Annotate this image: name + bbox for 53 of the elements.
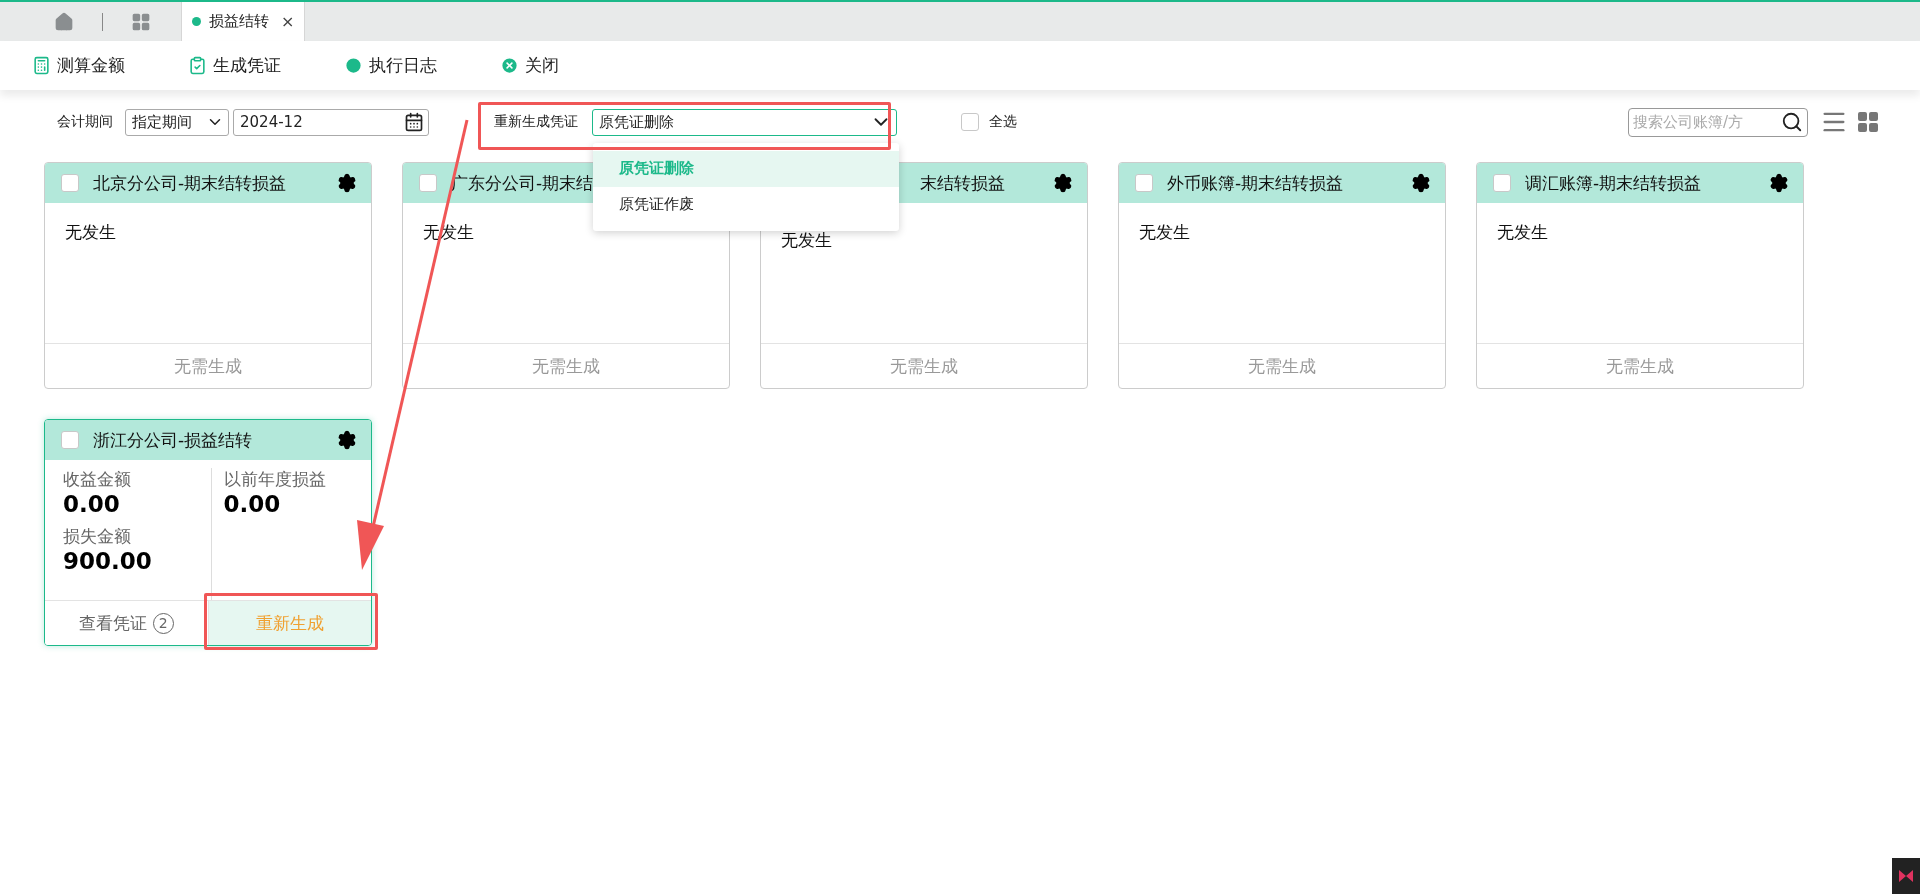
- card-status: 无发生: [423, 221, 474, 244]
- settings-icon[interactable]: [1769, 173, 1789, 193]
- card-status: 无发生: [781, 229, 832, 252]
- close-icon: [500, 56, 519, 75]
- checkbox[interactable]: [1493, 174, 1511, 192]
- checkbox[interactable]: [61, 431, 79, 449]
- metric-label: 以前年度损益: [223, 468, 327, 491]
- card-title: 外币账簿-期末结转损益: [1167, 171, 1345, 195]
- toolbar-button[interactable]: 测算金额: [32, 54, 132, 77]
- close-icon[interactable]: ×: [281, 12, 295, 31]
- view-voucher-button[interactable]: 查看凭证 2: [45, 601, 208, 645]
- checkbox[interactable]: [961, 113, 979, 131]
- status-dot: [192, 17, 201, 26]
- tab[interactable]: 损益结转 ×: [181, 2, 306, 41]
- field-label: 重新生成凭证: [494, 113, 578, 131]
- card-title: 调汇账簿-期末结转损益: [1525, 171, 1703, 195]
- toolbar-button[interactable]: 生成凭证: [188, 54, 288, 77]
- metric-value: 0.00: [223, 491, 282, 517]
- calendar-icon[interactable]: [404, 112, 424, 132]
- field-label: 会计期间: [57, 113, 113, 131]
- settings-icon[interactable]: [1053, 173, 1073, 193]
- clipboard-check-icon: [188, 56, 207, 75]
- card-title: 浙江分公司-损益结转: [93, 428, 254, 452]
- metric-value: 0.00: [63, 491, 121, 517]
- card-title: 末结转损益: [919, 171, 1005, 195]
- toolbar-button[interactable]: 关闭: [500, 54, 600, 77]
- card-status: 无发生: [1139, 221, 1190, 244]
- grid-view-icon[interactable]: [1856, 110, 1880, 134]
- card-footer-text: 无需生成: [173, 354, 243, 378]
- card-footer-text: 无需生成: [1247, 354, 1317, 378]
- toolbar-button[interactable]: 执行日志: [344, 54, 444, 77]
- period-mode-select[interactable]: 指定期间: [125, 108, 229, 136]
- checkbox[interactable]: [419, 174, 437, 192]
- card-footer-text: 无需生成: [1605, 354, 1675, 378]
- search-icon[interactable]: [1781, 111, 1803, 133]
- card-footer-text: 无需生成: [531, 354, 601, 378]
- metric-value: 900.00: [63, 548, 153, 574]
- checkbox[interactable]: [61, 174, 79, 192]
- card-title: 北京分公司-期末结转损益: [93, 171, 288, 195]
- settings-icon[interactable]: [1411, 173, 1431, 193]
- checkbox[interactable]: [1135, 174, 1153, 192]
- settings-icon[interactable]: [337, 173, 357, 193]
- card-status: 无发生: [1497, 221, 1548, 244]
- period-field[interactable]: 2024-12: [233, 108, 429, 136]
- card-footer-text: 无需生成: [889, 354, 959, 378]
- metric-label: 损失金额: [63, 525, 132, 548]
- menu-item[interactable]: 原凭证作废: [593, 186, 899, 223]
- card-status: 无发生: [65, 221, 116, 244]
- calculator-icon: [32, 56, 51, 75]
- metric-label: 收益金额: [63, 468, 132, 491]
- settings-icon[interactable]: [337, 430, 357, 450]
- app-badge-icon: [1892, 858, 1920, 894]
- checkbox-label: 全选: [989, 113, 1017, 131]
